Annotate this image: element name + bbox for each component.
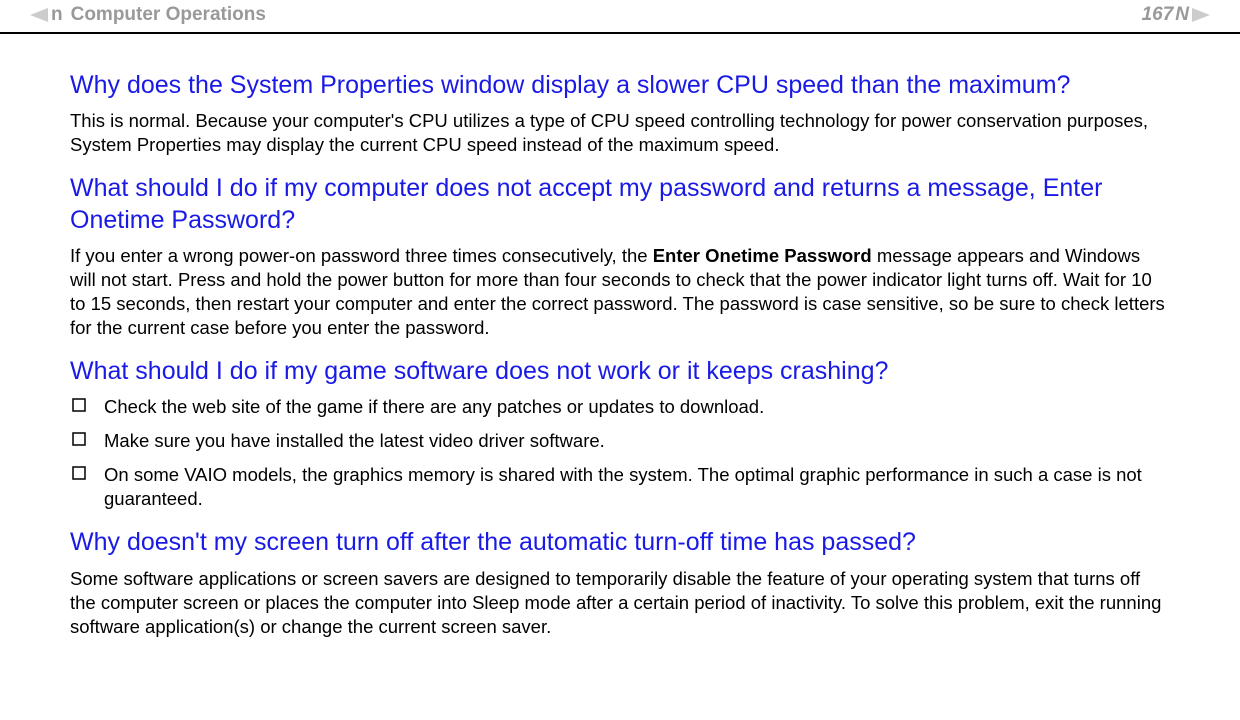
list-item: Make sure you have installed the latest … [70, 429, 1170, 453]
content-area: Why does the System Properties window di… [0, 34, 1240, 639]
faq-body: If you enter a wrong power-on password t… [70, 244, 1170, 340]
page-header: n Computer Operations 167 N [0, 0, 1240, 34]
list-item-text: Make sure you have installed the latest … [104, 429, 1170, 453]
checkbox-bullet-icon [72, 466, 86, 480]
list-item: On some VAIO models, the graphics memory… [70, 463, 1170, 511]
nav-prev-icon[interactable] [30, 8, 48, 22]
faq-heading: Why does the System Properties window di… [70, 70, 1170, 101]
checkbox-bullet-icon [72, 398, 86, 412]
faq-heading: What should I do if my computer does not… [70, 173, 1170, 236]
text-bold: Enter Onetime Password [653, 245, 872, 266]
nav-hint-prev: n [51, 4, 63, 26]
faq-heading: Why doesn't my screen turn off after the… [70, 527, 1170, 558]
faq-list: Check the web site of the game if there … [70, 395, 1170, 511]
list-item-text: Check the web site of the game if there … [104, 395, 1170, 419]
list-item: Check the web site of the game if there … [70, 395, 1170, 419]
checkbox-bullet-icon [72, 432, 86, 446]
section-title: Computer Operations [71, 4, 266, 26]
nav-next-icon[interactable] [1192, 8, 1210, 22]
faq-heading: What should I do if my game software doe… [70, 356, 1170, 387]
faq-body: Some software applications or screen sav… [70, 567, 1170, 639]
page-number: 167 [1142, 4, 1174, 26]
faq-body: This is normal. Because your computer's … [70, 109, 1170, 157]
text-prefix: If you enter a wrong power-on password t… [70, 245, 653, 266]
header-left: n Computer Operations [30, 4, 266, 26]
list-item-text: On some VAIO models, the graphics memory… [104, 463, 1170, 511]
nav-hint-next: N [1175, 4, 1189, 26]
header-right: 167 N [1140, 4, 1210, 26]
